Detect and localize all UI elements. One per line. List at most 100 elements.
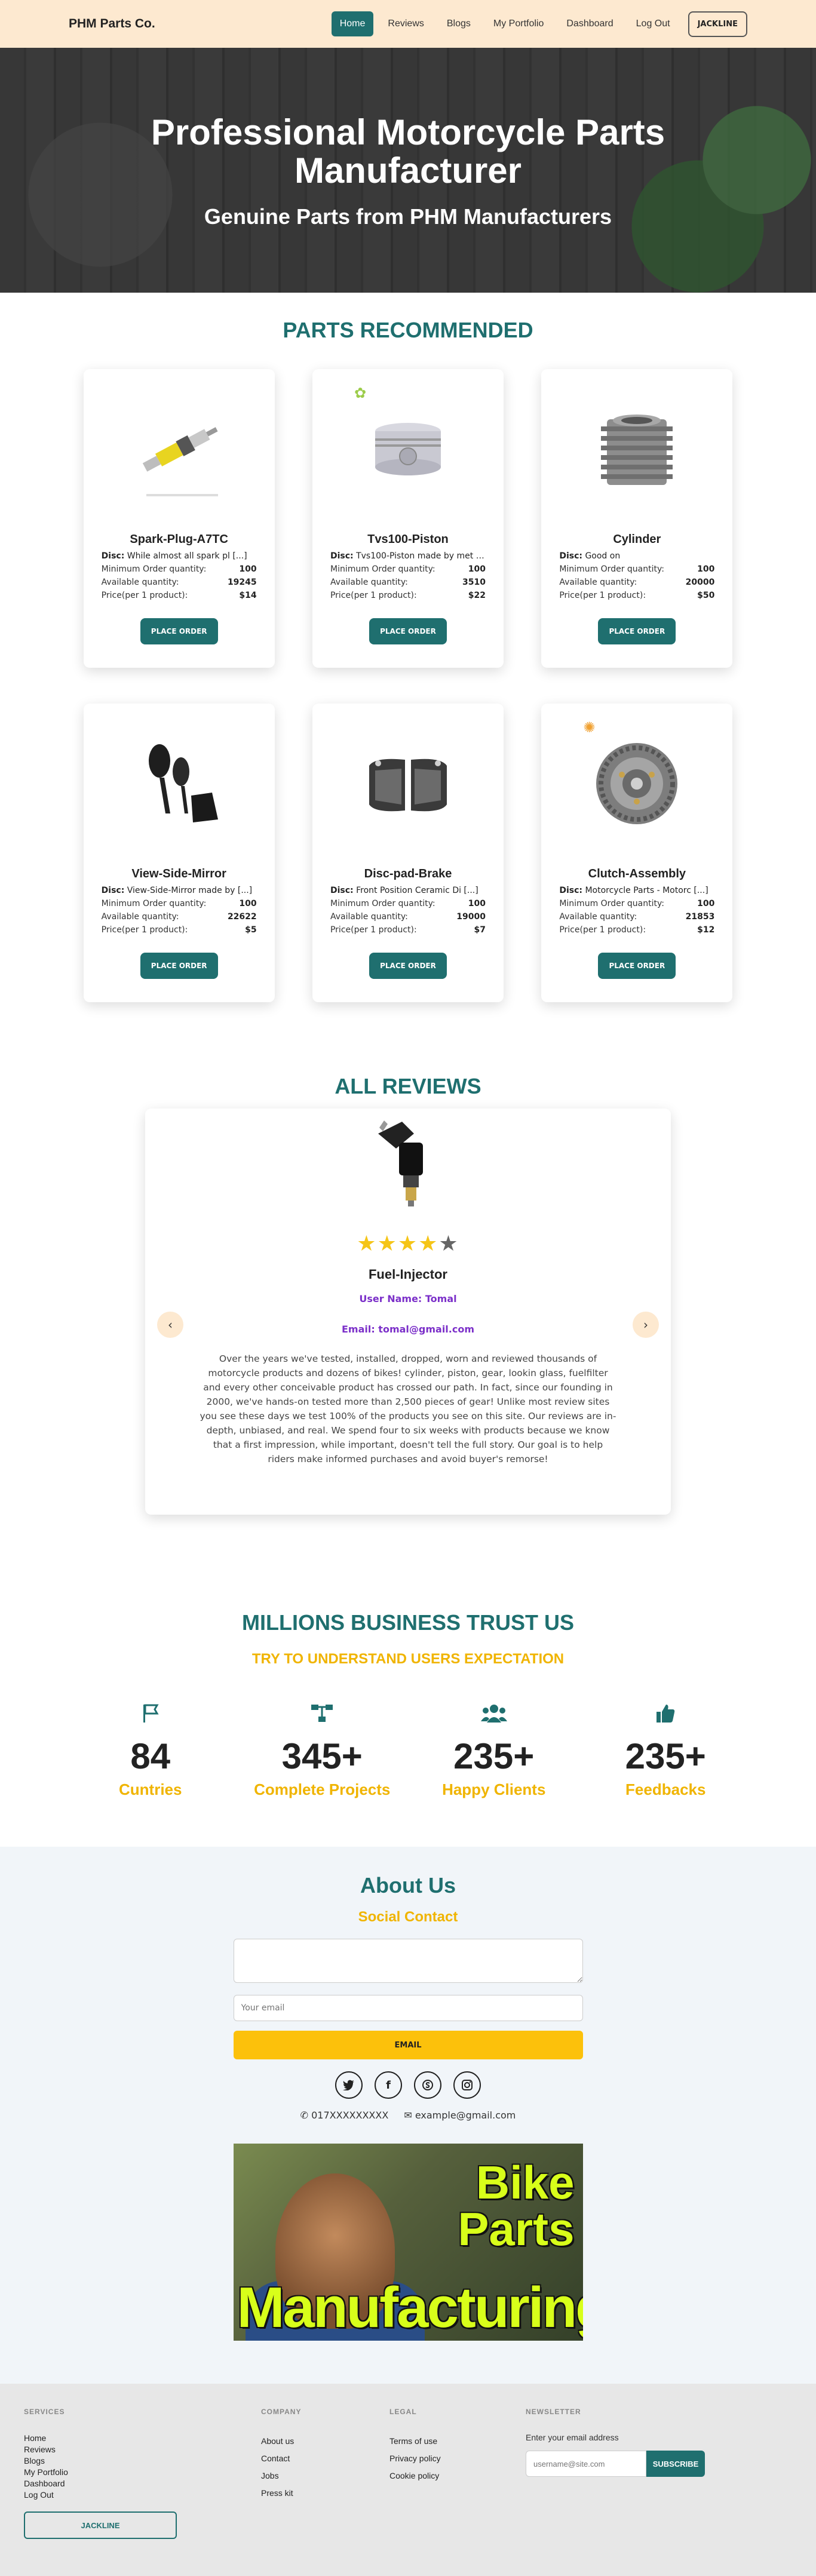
- footer-user-button[interactable]: JACKLINE: [24, 2511, 177, 2539]
- part-description: Disc: Good on: [559, 551, 621, 561]
- trust-subheading: TRY TO UNDERSTAND USERS EXPECTATION: [251, 1651, 565, 1667]
- part-card: ✺ Clutch-Assembly Disc: Motorcycle Parts…: [541, 704, 733, 1002]
- part-description: Disc: Front Position Ceramic Di [...]: [330, 886, 478, 895]
- facebook-icon[interactable]: f: [375, 2071, 402, 2099]
- place-order-button[interactable]: PLACE ORDER: [598, 618, 676, 644]
- stat-label: Complete Projects: [254, 1780, 391, 1798]
- brand-logo[interactable]: PHM Parts Co.: [69, 17, 155, 31]
- newsletter-email-input[interactable]: [526, 2451, 646, 2477]
- about-heading: About Us: [360, 1873, 456, 1898]
- footer-link-privacy[interactable]: Privacy policy: [389, 2450, 526, 2467]
- footer-link-my-portfolio[interactable]: My Portfolio: [24, 2467, 261, 2478]
- footer-newsletter: NEWSLETTER Enter your email address SUBS…: [526, 2408, 705, 2576]
- carousel-prev-button[interactable]: ‹: [157, 1312, 183, 1338]
- stat-item: 235+ Happy Clients: [408, 1703, 580, 1799]
- nav-link-my-portfolio[interactable]: My Portfolio: [485, 11, 552, 36]
- stat-label: Cuntries: [119, 1780, 182, 1798]
- nav-link-log-out[interactable]: Log Out: [628, 11, 679, 36]
- nav-link-blogs[interactable]: Blogs: [438, 11, 479, 36]
- place-order-button[interactable]: PLACE ORDER: [369, 953, 447, 979]
- footer-link-terms[interactable]: Terms of use: [389, 2433, 526, 2450]
- video-word: Manufacturing: [237, 2276, 583, 2339]
- sparkle-icon: ✺: [583, 719, 596, 736]
- video-word: Parts: [458, 2203, 575, 2255]
- carousel-next-button[interactable]: ›: [633, 1312, 659, 1338]
- available-row: Available quantity: 19245: [101, 578, 257, 587]
- place-order-button[interactable]: PLACE ORDER: [369, 618, 447, 644]
- footer-link-reviews[interactable]: Reviews: [24, 2444, 261, 2455]
- footer-link-home[interactable]: Home: [24, 2433, 261, 2444]
- stat-item: 84 Cuntries: [65, 1703, 237, 1799]
- stat-item: 235+ Feedbacks: [580, 1703, 752, 1799]
- available-row: Available quantity: 22622: [101, 912, 257, 922]
- place-order-button[interactable]: PLACE ORDER: [140, 953, 218, 979]
- parts-section: PARTS RECOMMENDED Spark-Plug-A7TC Disc: …: [0, 293, 816, 1002]
- footer-link-jobs[interactable]: Jobs: [261, 2467, 389, 2485]
- stat-value: 235+: [453, 1736, 535, 1776]
- footer-company: COMPANY About us Contact Jobs Press kit: [261, 2408, 389, 2576]
- subscribe-button[interactable]: SUBSCRIBE: [646, 2451, 705, 2477]
- footer-services-title: SERVICES: [24, 2408, 65, 2416]
- twitter-icon[interactable]: [335, 2071, 363, 2099]
- review-carousel: ★★★★★ Fuel-Injector User Name: Tomal Ema…: [145, 1109, 671, 1515]
- footer-link-dashboard[interactable]: Dashboard: [24, 2478, 261, 2489]
- available-row: Available quantity: 3510: [330, 578, 486, 587]
- footer-link-press-kit[interactable]: Press kit: [261, 2485, 389, 2502]
- price-row: Price(per 1 product): $5: [101, 925, 257, 935]
- part-card: Spark-Plug-A7TC Disc: While almost all s…: [83, 369, 275, 668]
- brake-pad-image: [351, 718, 465, 849]
- part-name: Spark-Plug-A7TC: [130, 533, 228, 546]
- footer-link-cookie[interactable]: Cookie policy: [389, 2467, 526, 2485]
- part-card: Disc-pad-Brake Disc: Front Position Cera…: [312, 704, 504, 1002]
- available-row: Available quantity: 20000: [559, 578, 715, 587]
- review-user-name: User Name: Tomal: [359, 1293, 457, 1304]
- social-links: f: [0, 2071, 816, 2099]
- skype-icon[interactable]: [414, 2071, 441, 2099]
- clutch-assembly-image: [580, 718, 694, 849]
- rating-stars: ★★★★★: [145, 1232, 671, 1256]
- part-card: Cylinder Disc: Good on Minimum Order qua…: [541, 369, 733, 668]
- review-product-name: Fuel-Injector: [368, 1267, 447, 1282]
- hero-banner: Professional Motorcycle Parts Manufactur…: [0, 48, 816, 293]
- users-icon: [408, 1703, 580, 1727]
- nav-link-home[interactable]: Home: [331, 11, 374, 36]
- fuel-injector-image: [366, 1116, 450, 1211]
- place-order-button[interactable]: PLACE ORDER: [598, 953, 676, 979]
- part-description: Disc: While almost all spark pl [...]: [101, 551, 247, 561]
- promo-video-thumbnail[interactable]: Bike Parts Manufacturing: [233, 2144, 583, 2341]
- footer-company-title: COMPANY: [261, 2408, 302, 2416]
- stat-value: 345+: [281, 1736, 363, 1776]
- footer-link-contact[interactable]: Contact: [261, 2450, 389, 2467]
- email-button[interactable]: EMAIL: [233, 2031, 583, 2059]
- price-row: Price(per 1 product): $14: [101, 591, 257, 600]
- email-input[interactable]: [233, 1995, 583, 2021]
- footer: SERVICES Home Reviews Blogs My Portfolio…: [0, 2384, 816, 2576]
- min-order-row: Minimum Order quantity: 100: [101, 564, 257, 574]
- footer-link-about-us[interactable]: About us: [261, 2433, 389, 2450]
- about-subheading: Social Contact: [358, 1909, 458, 1925]
- part-description: Disc: Motorcycle Parts - Motorc [...]: [559, 886, 708, 895]
- review-user-email: Email: tomal@gmail.com: [341, 1324, 475, 1335]
- nav-links: Home Reviews Blogs My Portfolio Dashboar…: [331, 11, 747, 37]
- cylinder-image: [580, 383, 694, 515]
- message-textarea[interactable]: [233, 1939, 583, 1983]
- flag-icon: [65, 1703, 237, 1727]
- review-text: Over the years we've tested, installed, …: [200, 1353, 616, 1464]
- star-filled-icon: ★: [397, 1232, 419, 1256]
- place-order-button[interactable]: PLACE ORDER: [140, 618, 218, 644]
- nav-link-dashboard[interactable]: Dashboard: [558, 11, 621, 36]
- trust-section: MILLIONS BUSINESS TRUST US TRY TO UNDERS…: [0, 1515, 816, 1799]
- instagram-icon[interactable]: [453, 2071, 481, 2099]
- part-card: ✿ Tvs100-Piston Disc: Tvs100-Piston made…: [312, 369, 504, 668]
- piston-image: [351, 383, 465, 515]
- part-description: Disc: View-Side-Mirror made by [...]: [101, 886, 253, 895]
- min-order-row: Minimum Order quantity: 100: [559, 899, 715, 908]
- user-name-button[interactable]: JACKLINE: [688, 11, 747, 37]
- sparkle-icon: ✿: [354, 385, 367, 401]
- trust-heading: MILLIONS BUSINESS TRUST US: [241, 1610, 575, 1635]
- footer-link-log-out[interactable]: Log Out: [24, 2489, 261, 2501]
- footer-link-blogs[interactable]: Blogs: [24, 2455, 261, 2467]
- hero-title: Professional Motorcycle Parts Manufactur…: [151, 112, 665, 191]
- nav-link-reviews[interactable]: Reviews: [379, 11, 432, 36]
- footer-legal-title: LEGAL: [389, 2408, 417, 2416]
